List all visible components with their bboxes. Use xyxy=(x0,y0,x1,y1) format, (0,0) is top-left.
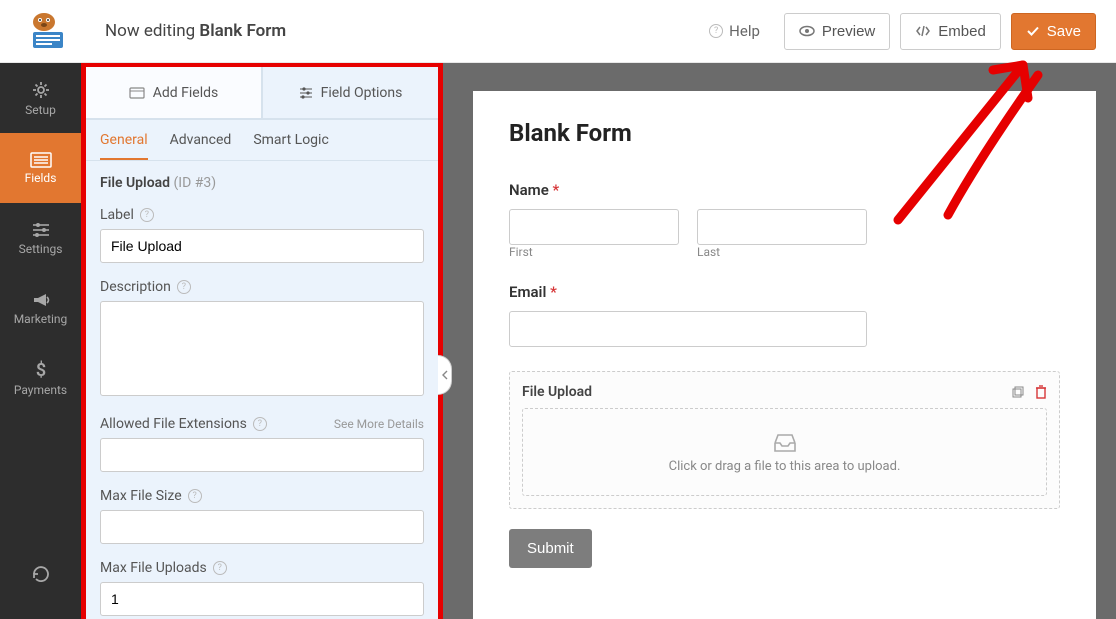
required-mark: * xyxy=(553,181,560,199)
label-label: Label ? xyxy=(100,207,424,223)
duplicate-icon[interactable] xyxy=(1011,385,1025,399)
embed-label: Embed xyxy=(938,23,986,40)
nav-marketing[interactable]: Marketing xyxy=(0,273,81,343)
last-name-input[interactable] xyxy=(697,209,867,245)
field-type: File Upload xyxy=(100,175,170,191)
email-input[interactable] xyxy=(509,311,867,347)
preview-card: Blank Form Name * First Last Email * xyxy=(473,91,1096,619)
file-upload-label: File Upload xyxy=(522,384,592,400)
nav-fields[interactable]: Fields xyxy=(0,133,81,203)
max-size-input[interactable] xyxy=(100,510,424,544)
subtab-advanced[interactable]: Advanced xyxy=(170,132,232,160)
label-input[interactable] xyxy=(100,229,424,263)
inbox-icon xyxy=(772,431,798,453)
name-field: Name * First Last xyxy=(509,181,1060,259)
help-tooltip-icon[interactable]: ? xyxy=(213,561,227,575)
code-icon xyxy=(915,24,931,38)
svg-text:$: $ xyxy=(35,360,45,380)
nav-setup[interactable]: Setup xyxy=(0,63,81,133)
preview-label: Preview xyxy=(822,23,875,40)
check-icon xyxy=(1026,25,1040,37)
preview-form-title: Blank Form xyxy=(509,119,1060,147)
save-label: Save xyxy=(1047,23,1081,40)
description-input[interactable] xyxy=(100,301,424,396)
sliders-icon xyxy=(31,221,51,239)
help-circle-icon: ? xyxy=(709,24,723,38)
options-panel: Add Fields Field Options General Advance… xyxy=(81,63,443,619)
options-content: File Upload (ID #3) Label ? Description … xyxy=(86,161,438,619)
sidebar-nav: Setup Fields Settings Marketing $ Paymen… xyxy=(0,63,81,619)
required-mark: * xyxy=(550,283,557,301)
see-more-link[interactable]: See More Details xyxy=(334,417,424,431)
logo xyxy=(20,11,75,51)
description-label: Description ? xyxy=(100,279,424,295)
help-tooltip-icon[interactable]: ? xyxy=(177,280,191,294)
field-id: (ID #3) xyxy=(174,175,217,191)
nav-label: Settings xyxy=(19,242,63,256)
first-name-input[interactable] xyxy=(509,209,679,245)
field-title: File Upload (ID #3) xyxy=(100,175,424,191)
nav-label: Fields xyxy=(25,171,57,185)
upload-dropzone[interactable]: Click or drag a file to this area to upl… xyxy=(522,408,1047,496)
email-field: Email * xyxy=(509,283,1060,347)
subtabs: General Advanced Smart Logic xyxy=(86,120,438,161)
nav-label: Setup xyxy=(25,103,56,117)
tab-add-fields[interactable]: Add Fields xyxy=(86,67,262,119)
email-label: Email * xyxy=(509,283,1060,301)
card-icon xyxy=(129,87,145,99)
delete-icon[interactable] xyxy=(1035,385,1047,399)
gear-icon xyxy=(31,80,51,100)
tab-label: Add Fields xyxy=(153,85,219,101)
help-link[interactable]: ? Help xyxy=(695,22,774,40)
help-tooltip-icon[interactable]: ? xyxy=(188,489,202,503)
drop-text: Click or drag a file to this area to upl… xyxy=(669,459,901,474)
preview-button[interactable]: Preview xyxy=(784,13,890,50)
first-sublabel: First xyxy=(509,245,679,259)
eye-icon xyxy=(799,24,815,38)
nav-settings[interactable]: Settings xyxy=(0,203,81,273)
help-tooltip-icon[interactable]: ? xyxy=(140,208,154,222)
panel-tabs: Add Fields Field Options xyxy=(86,67,438,120)
editing-prefix: Now editing xyxy=(105,21,199,41)
help-tooltip-icon[interactable]: ? xyxy=(253,417,267,431)
subtab-general[interactable]: General xyxy=(100,132,148,160)
max-uploads-label: Max File Uploads ? xyxy=(100,560,424,576)
subtab-smart-logic[interactable]: Smart Logic xyxy=(253,132,328,160)
nav-payments[interactable]: $ Payments xyxy=(0,343,81,413)
name-label: Name * xyxy=(509,181,1060,199)
chevron-left-icon xyxy=(442,370,448,380)
max-size-label: Max File Size ? xyxy=(100,488,424,504)
sliders-small-icon xyxy=(299,86,313,100)
tab-label: Field Options xyxy=(321,85,403,101)
tab-field-options[interactable]: Field Options xyxy=(262,67,438,119)
embed-button[interactable]: Embed xyxy=(900,13,1001,50)
list-icon xyxy=(30,152,52,168)
last-sublabel: Last xyxy=(697,245,867,259)
top-actions: ? Help Preview Embed Save xyxy=(695,13,1096,50)
dollar-icon: $ xyxy=(34,360,48,380)
history-icon xyxy=(31,564,51,584)
file-upload-field[interactable]: File Upload Click or drag a file to this… xyxy=(509,371,1060,509)
nav-label: Marketing xyxy=(14,312,68,326)
help-label: Help xyxy=(729,22,760,40)
nav-label: Payments xyxy=(14,383,67,397)
nav-history[interactable] xyxy=(0,539,81,609)
preview-area: Blank Form Name * First Last Email * xyxy=(443,63,1116,619)
extensions-input[interactable] xyxy=(100,438,424,472)
save-button[interactable]: Save xyxy=(1011,13,1096,50)
editing-form-name: Blank Form xyxy=(199,21,286,41)
extensions-label: Allowed File Extensions ? See More Detai… xyxy=(100,416,424,432)
top-bar: Now editing Blank Form ? Help Preview Em… xyxy=(0,0,1116,63)
bullhorn-icon xyxy=(31,291,51,309)
editing-title: Now editing Blank Form xyxy=(105,21,286,41)
max-uploads-input[interactable] xyxy=(100,582,424,616)
submit-button[interactable]: Submit xyxy=(509,529,592,568)
